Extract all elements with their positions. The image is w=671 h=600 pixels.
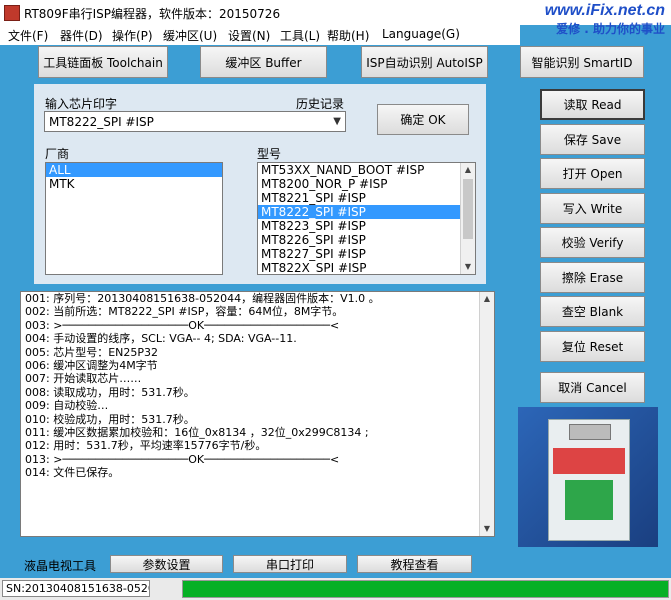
model-item[interactable]: MT8226_SPI #ISP (258, 233, 475, 247)
log-line: 010: 校验成功，用时：531.7秒。 (25, 412, 195, 426)
scroll-down-icon[interactable]: ▼ (461, 260, 475, 274)
vendor-list[interactable]: ALL MTK (45, 162, 223, 275)
scroll-up-icon[interactable]: ▲ (461, 163, 475, 177)
tv-tools-label[interactable]: 液晶电视工具 (24, 557, 96, 574)
log-line: 006: 缓冲区调整为4M字节 (25, 358, 158, 372)
menu-language[interactable]: Language(G) (382, 27, 460, 41)
log-line: 005: 芯片型号：EN25P32 (25, 345, 159, 359)
model-item[interactable]: MT8223_SPI #ISP (258, 219, 475, 233)
menu-help[interactable]: 帮助(H) (327, 27, 369, 44)
device-label-shape (553, 448, 625, 474)
toolchain-button[interactable]: 工具链面板 Toolchain (38, 46, 168, 78)
autoisp-button[interactable]: ISP自动识别 AutoISP (361, 46, 488, 78)
chip-input-value: MT8222_SPI #ISP (49, 115, 154, 129)
model-item-selected[interactable]: MT8222_SPI #ISP (258, 205, 475, 219)
menu-device[interactable]: 器件(D) (60, 27, 103, 44)
log-line: 012: 用时：531.7秒，平均速率15776字节/秒。 (25, 439, 267, 453)
read-button[interactable]: 读取 Read (540, 89, 645, 120)
model-item[interactable]: MT8221_SPI #ISP (258, 191, 475, 205)
watermark-site: www.iFix.net.cn (544, 2, 665, 19)
verify-button[interactable]: 校验 Verify (540, 227, 645, 258)
chip-input-combo[interactable]: MT8222_SPI #ISP ▼ (44, 111, 346, 132)
smartid-button[interactable]: 智能识别 SmartID (520, 46, 644, 78)
model-item[interactable]: MT8200_NOR_P #ISP (258, 177, 475, 191)
vendor-label: 厂商 (45, 147, 70, 161)
vendor-item-all[interactable]: ALL (46, 163, 222, 177)
scroll-thumb[interactable] (463, 179, 473, 239)
model-item[interactable]: MT53XX_NAND_BOOT #ISP (258, 163, 475, 177)
serial-number-field: SN:20130408151638-0520 (2, 580, 150, 597)
log-line: 011: 缓冲区数据累加校验和：16位_0x8134 ，32位_0x299C81… (25, 425, 369, 439)
app-icon (4, 5, 20, 21)
tutorial-button[interactable]: 教程查看 (357, 555, 472, 573)
log-output[interactable]: 001: 序列号：20130408151638-052044，编程器固件版本：V… (20, 291, 495, 537)
erase-button[interactable]: 擦除 Erase (540, 262, 645, 293)
params-button[interactable]: 参数设置 (110, 555, 223, 573)
progress-fill (183, 581, 668, 597)
zif-socket-shape (565, 480, 613, 520)
programmer-body (548, 419, 630, 541)
buffer-button[interactable]: 缓冲区 Buffer (200, 46, 327, 78)
model-item[interactable]: MT822X_SPI #ISP (258, 261, 475, 274)
menu-bar: 文件(F) 器件(D) 操作(P) 缓冲区(U) 设置(N) 工具(L) 帮助(… (0, 25, 520, 45)
model-item[interactable]: MT8227_SPI #ISP (258, 247, 475, 261)
window-title: RT809F串行ISP编程器，软件版本：20150726 (24, 7, 281, 21)
blank-button[interactable]: 查空 Blank (540, 296, 645, 327)
menu-file[interactable]: 文件(F) (8, 27, 48, 44)
model-list-scrollbar[interactable]: ▲ ▼ (460, 163, 475, 274)
vendor-item-mtk[interactable]: MTK (46, 177, 222, 191)
chip-input-label: 输入芯片印字 (45, 97, 118, 111)
write-button[interactable]: 写入 Write (540, 193, 645, 224)
log-line: 004: 手动设置的线序，SCL: VGA-- 4; SDA: VGA--11. (25, 332, 297, 346)
model-list[interactable]: MT53XX_NAND_BOOT #ISP MT8200_NOR_P #ISP … (257, 162, 476, 275)
watermark-logo: www.iFix.net.cn 爱修 . 助力你的事业 (545, 2, 665, 37)
confirm-ok-button[interactable]: 确定 OK (377, 104, 469, 135)
log-line: 008: 读取成功，用时：531.7秒。 (25, 385, 195, 399)
history-label: 历史记录 (296, 97, 345, 111)
log-line: 009: 自动校验… (25, 399, 109, 413)
save-button[interactable]: 保存 Save (540, 124, 645, 155)
vga-connector-shape (569, 424, 611, 440)
menu-settings[interactable]: 设置(N) (228, 27, 270, 44)
scroll-down-icon[interactable]: ▼ (480, 522, 494, 536)
log-line: 002: 当前所选：MT8222_SPI #ISP，容量：64M位，8M字节。 (25, 305, 344, 319)
log-scrollbar[interactable]: ▲ ▼ (479, 292, 494, 536)
serial-print-button[interactable]: 串口打印 (233, 555, 347, 573)
reset-button[interactable]: 复位 Reset (540, 331, 645, 362)
menu-operation[interactable]: 操作(P) (112, 27, 153, 44)
model-label: 型号 (257, 147, 282, 161)
watermark-slogan: 爱修 . 助力你的事业 (556, 22, 665, 36)
log-line: 001: 序列号：20130408151638-052044，编程器固件版本：V… (25, 292, 380, 305)
progress-bar (182, 580, 669, 598)
log-line: 014: 文件已保存。 (25, 466, 120, 480)
scroll-up-icon[interactable]: ▲ (480, 292, 494, 306)
menu-tools[interactable]: 工具(L) (280, 27, 320, 44)
log-line: 003: >───────────────────OK─────────────… (25, 318, 340, 332)
programmer-device-image (518, 407, 658, 547)
open-button[interactable]: 打开 Open (540, 158, 645, 189)
cancel-button[interactable]: 取消 Cancel (540, 372, 645, 403)
chevron-down-icon[interactable]: ▼ (333, 116, 341, 127)
log-line: 013: >───────────────────OK─────────────… (25, 452, 340, 466)
menu-buffer[interactable]: 缓冲区(U) (163, 27, 217, 44)
status-bar: SN:20130408151638-0520 (0, 578, 671, 600)
log-line: 007: 开始读取芯片…… (25, 372, 142, 386)
